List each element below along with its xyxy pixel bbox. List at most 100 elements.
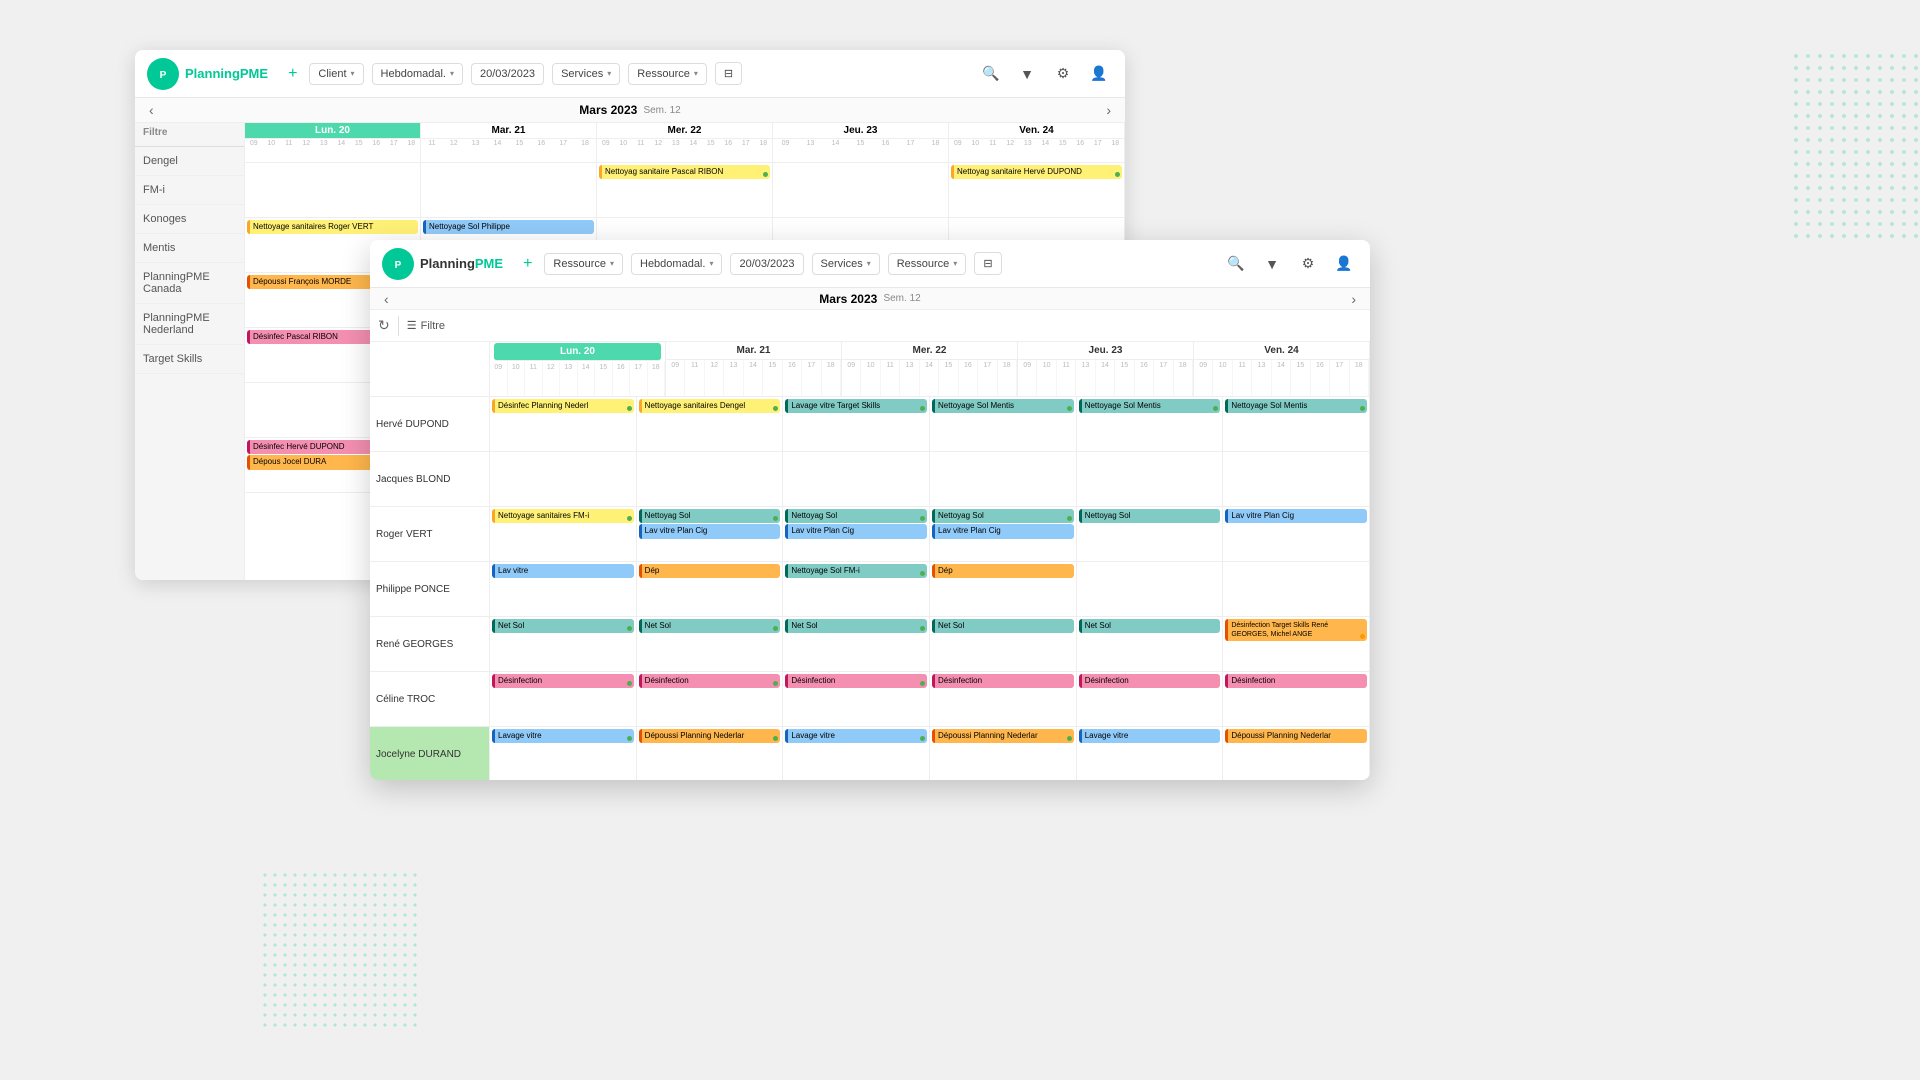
task-card[interactable]: Lavage vitre Target Skills [785, 399, 927, 413]
front-cell-jocelyne-2[interactable]: Lavage vitre [783, 727, 930, 780]
front-cell-roger-5[interactable]: Lav vitre Plan Cig [1223, 507, 1370, 561]
front-cell-roger-0[interactable]: Nettoyage sanitaires FM-i [490, 507, 637, 561]
task-card[interactable]: Net Sol [639, 619, 781, 633]
front-cell-celine-4[interactable]: Désinfection [1077, 672, 1224, 726]
front-user-icon[interactable]: 👤 [1330, 250, 1358, 278]
front-cell-jacques-5[interactable] [1223, 452, 1370, 506]
task-card[interactable]: Nettoyage Sol Mentis [932, 399, 1074, 413]
front-search-icon[interactable]: 🔍 [1222, 250, 1250, 278]
task-card[interactable]: Net Sol [785, 619, 927, 633]
front-cell-roger-1[interactable]: Nettoyag Sol Lav vitre Plan Cig [637, 507, 784, 561]
task-card[interactable]: Nettoyag Sol [785, 509, 927, 523]
back-sidebar-item-konoges[interactable]: Konoges [135, 205, 244, 234]
front-cell-celine-5[interactable]: Désinfection [1223, 672, 1370, 726]
back-resource-button[interactable]: Ressource ▾ [628, 63, 707, 85]
front-cell-jocelyne-3[interactable]: Dépoussi Planning Nederlar [930, 727, 1077, 780]
task-card[interactable]: Lav vitre Plan Cig [639, 524, 781, 538]
task-card[interactable]: Nettoyag sanitaire Hervé DUPOND [951, 165, 1122, 179]
front-cell-herve-5[interactable]: Nettoyage Sol Mentis [1223, 397, 1370, 451]
front-cell-philippe-0[interactable]: Lav vitre [490, 562, 637, 616]
back-cell-dengel-0[interactable] [245, 163, 421, 217]
task-card[interactable]: Nettoyag Sol [639, 509, 781, 523]
task-card[interactable]: Net Sol [492, 619, 634, 633]
front-cell-jacques-3[interactable] [930, 452, 1077, 506]
back-dropdown-icon[interactable]: ▼ [1013, 60, 1041, 88]
task-card[interactable]: Dépoussi Planning Nederlar [1225, 729, 1367, 743]
task-card[interactable]: Dép [932, 564, 1074, 578]
front-cell-rene-1[interactable]: Net Sol [637, 617, 784, 671]
task-card[interactable]: Dép [639, 564, 781, 578]
task-card[interactable]: Désinfection Target Skills René GEORGES,… [1225, 619, 1367, 641]
task-card[interactable]: Lavage vitre [492, 729, 634, 743]
front-cell-jocelyne-0[interactable]: Lavage vitre [490, 727, 637, 780]
back-sidebar-item-dengel[interactable]: Dengel [135, 147, 244, 176]
task-card[interactable]: Désinfection [639, 674, 781, 688]
front-cell-rene-0[interactable]: Net Sol [490, 617, 637, 671]
front-cell-herve-3[interactable]: Nettoyage Sol Mentis [930, 397, 1077, 451]
task-card[interactable]: Net Sol [932, 619, 1074, 633]
task-card[interactable]: Nettoyage Sol Philippe [423, 220, 594, 234]
front-period-button[interactable]: Hebdomadal. ▾ [631, 253, 722, 275]
front-cell-celine-2[interactable]: Désinfection [783, 672, 930, 726]
back-add-button[interactable]: + [284, 61, 301, 87]
front-cell-philippe-4[interactable] [1077, 562, 1224, 616]
task-card[interactable]: Désinfection [785, 674, 927, 688]
task-card[interactable]: Nettoyage Sol FM-i [785, 564, 927, 578]
front-cell-roger-3[interactable]: Nettoyag Sol Lav vitre Plan Cig [930, 507, 1077, 561]
back-settings-icon[interactable]: ⚙ [1049, 60, 1077, 88]
front-cell-rene-5[interactable]: Désinfection Target Skills René GEORGES,… [1223, 617, 1370, 671]
back-search-icon[interactable]: 🔍 [977, 60, 1005, 88]
back-next-btn[interactable]: › [1100, 100, 1117, 120]
task-card[interactable]: Nettoyage sanitaires FM-i [492, 509, 634, 523]
front-cell-philippe-3[interactable]: Dép [930, 562, 1077, 616]
task-card[interactable]: Dépoussi Planning Nederlar [639, 729, 781, 743]
front-cell-rene-4[interactable]: Net Sol [1077, 617, 1224, 671]
front-cell-jacques-1[interactable] [637, 452, 784, 506]
task-card[interactable]: Lavage vitre [1079, 729, 1221, 743]
front-cell-jacques-4[interactable] [1077, 452, 1224, 506]
front-services-button[interactable]: Services ▾ [812, 253, 880, 275]
front-cell-roger-2[interactable]: Nettoyag Sol Lav vitre Plan Cig [783, 507, 930, 561]
front-cell-herve-4[interactable]: Nettoyage Sol Mentis [1077, 397, 1224, 451]
task-card[interactable]: Désinfection [1225, 674, 1367, 688]
back-cell-dengel-3[interactable] [773, 163, 949, 217]
front-cell-herve-2[interactable]: Lavage vitre Target Skills [783, 397, 930, 451]
front-cell-celine-0[interactable]: Désinfection [490, 672, 637, 726]
front-cell-celine-1[interactable]: Désinfection [637, 672, 784, 726]
task-card[interactable]: Nettoyage Sol Mentis [1225, 399, 1367, 413]
front-add-button[interactable]: + [519, 251, 536, 277]
front-cell-jocelyne-4[interactable]: Lavage vitre [1077, 727, 1224, 780]
task-card[interactable]: Désinfec Planning Nederl [492, 399, 634, 413]
front-resource2-button[interactable]: Ressource ▾ [888, 253, 967, 275]
front-filter-label-btn[interactable]: ☰ Filtre [407, 319, 445, 332]
front-filter-icon-btn[interactable]: ⊟ [974, 252, 1001, 275]
task-card[interactable]: Lav vitre Plan Cig [932, 524, 1074, 538]
task-card[interactable]: Désinfection [932, 674, 1074, 688]
front-date-button[interactable]: 20/03/2023 [730, 253, 803, 275]
back-cell-dengel-1[interactable] [421, 163, 597, 217]
front-cell-roger-4[interactable]: Nettoyag Sol [1077, 507, 1224, 561]
front-cell-rene-3[interactable]: Net Sol [930, 617, 1077, 671]
front-dropdown-icon[interactable]: ▼ [1258, 250, 1286, 278]
front-refresh-btn[interactable]: ↻ [378, 317, 390, 334]
task-card[interactable]: Lavage vitre [785, 729, 927, 743]
front-next-btn[interactable]: › [1345, 289, 1362, 309]
back-date-button[interactable]: 20/03/2023 [471, 63, 544, 85]
back-period-button[interactable]: Hebdomadal. ▾ [372, 63, 463, 85]
front-cell-celine-3[interactable]: Désinfection [930, 672, 1077, 726]
back-prev-btn[interactable]: ‹ [143, 100, 160, 120]
task-card[interactable]: Nettoyag Sol [932, 509, 1074, 523]
front-resource-button[interactable]: Ressource ▾ [544, 253, 623, 275]
back-client-button[interactable]: Client ▾ [309, 63, 363, 85]
front-cell-philippe-2[interactable]: Nettoyage Sol FM-i [783, 562, 930, 616]
back-sidebar-item-canada[interactable]: PlanningPME Canada [135, 263, 244, 304]
front-cell-jocelyne-1[interactable]: Dépoussi Planning Nederlar [637, 727, 784, 780]
front-cell-philippe-5[interactable] [1223, 562, 1370, 616]
back-sidebar-item-nederland[interactable]: PlanningPME Nederland [135, 304, 244, 345]
task-card[interactable]: Net Sol [1079, 619, 1221, 633]
task-card[interactable]: Nettoyage sanitaires Roger VERT [247, 220, 418, 234]
back-cell-dengel-4[interactable]: Nettoyag sanitaire Hervé DUPOND [949, 163, 1125, 217]
front-cell-philippe-1[interactable]: Dép [637, 562, 784, 616]
task-card[interactable]: Dépoussi Planning Nederlar [932, 729, 1074, 743]
task-card[interactable]: Nettoyag Sol [1079, 509, 1221, 523]
